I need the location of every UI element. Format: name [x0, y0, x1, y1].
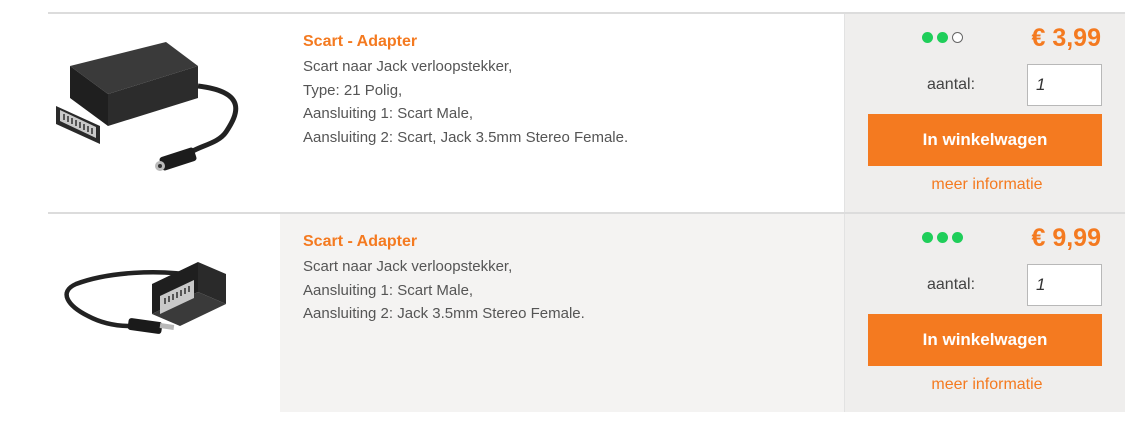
product-row: Scart - Adapter Scart naar Jack verloops…	[48, 212, 1125, 412]
product-image[interactable]	[48, 214, 280, 412]
stock-dot-filled	[952, 232, 963, 243]
product-title[interactable]: Scart - Adapter	[303, 32, 844, 52]
add-to-cart-button[interactable]: In winkelwagen	[868, 114, 1102, 166]
quantity-input[interactable]	[1027, 264, 1102, 306]
product-row: Scart - Adapter Scart naar Jack verloops…	[48, 12, 1125, 212]
stock-dot-filled	[937, 32, 948, 43]
description-line: Type: 21 Polig,	[303, 81, 403, 99]
stock-indicator	[922, 232, 963, 243]
description-line: Aansluiting 1: Scart Male,	[303, 105, 474, 122]
description-line: Scart naar Jack verloopstekker,	[303, 258, 513, 275]
more-info-link[interactable]: meer informatie	[845, 376, 1125, 394]
more-info-link[interactable]: meer informatie	[845, 176, 1125, 194]
product-info: Scart - Adapter Scart naar Jack verloops…	[280, 14, 844, 212]
product-price: € 3,99	[1031, 24, 1101, 52]
product-title[interactable]: Scart - Adapter	[303, 232, 844, 252]
description-line: Scart naar Jack verloopstekker,	[303, 58, 513, 75]
product-info: Scart - Adapter Scart naar Jack verloops…	[280, 214, 844, 412]
scart-to-jack-cable-icon	[64, 262, 226, 334]
product-list: Scart - Adapter Scart naar Jack verloops…	[48, 12, 1125, 412]
quantity-input[interactable]	[1027, 64, 1102, 106]
stock-dot-empty	[952, 32, 963, 43]
stock-dot-filled	[937, 232, 948, 243]
stock-dot-filled	[922, 232, 933, 243]
buy-panel: € 3,99 aantal: In winkelwagen meer infor…	[844, 14, 1125, 212]
product-image[interactable]	[48, 14, 280, 212]
stock-dot-filled	[922, 32, 933, 43]
quantity-label: aantal:	[927, 276, 976, 293]
stock-indicator	[922, 32, 963, 43]
description-line: Aansluiting 1: Scart Male,	[303, 281, 474, 299]
buy-panel: € 9,99 aantal: In winkelwagen meer infor…	[844, 214, 1125, 412]
add-to-cart-button[interactable]: In winkelwagen	[868, 314, 1102, 366]
scart-adapter-with-cable-icon	[56, 42, 239, 171]
description-line: Aansluiting 2: Jack 3.5mm Stereo Female.	[303, 305, 585, 322]
quantity-label: aantal:	[927, 76, 976, 93]
description-line: Aansluiting 2: Scart, Jack 3.5mm Stereo …	[303, 128, 629, 146]
product-price: € 9,99	[1031, 224, 1101, 252]
